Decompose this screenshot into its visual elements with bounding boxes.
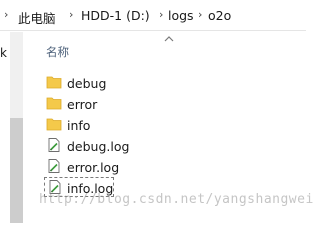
log-file-icon: [48, 138, 60, 152]
breadcrumb-o2o[interactable]: o2o: [208, 8, 231, 23]
list-item[interactable]: debug.log: [46, 136, 296, 156]
item-name: info: [67, 118, 91, 133]
folder-icon: [46, 76, 62, 89]
sort-chevron-up-icon: [164, 36, 174, 42]
watermark-text: http://blog.csdn.net/yangshangwei: [39, 192, 314, 207]
item-name: debug.log: [67, 139, 130, 154]
breadcrumb-logs[interactable]: logs: [168, 8, 194, 23]
list-item[interactable]: error: [46, 94, 296, 114]
list-item[interactable]: info: [46, 115, 296, 135]
folder-icon: [46, 118, 62, 131]
breadcrumb-chevron-icon[interactable]: ›: [198, 8, 202, 21]
item-name: error: [67, 97, 98, 112]
folder-icon: [46, 97, 62, 110]
list-item[interactable]: debug: [46, 73, 296, 93]
nav-scrollbar-thumb[interactable]: [10, 118, 23, 223]
breadcrumb-drive[interactable]: HDD-1 (D:): [81, 8, 150, 23]
column-header-name[interactable]: 名称: [46, 44, 69, 60]
breadcrumb-this-pc[interactable]: 此电脑: [18, 8, 56, 27]
list-item[interactable]: error.log: [46, 157, 296, 177]
address-bar[interactable]: › 此电脑 › HDD-1 (D:) › logs › o2o: [0, 0, 306, 31]
item-name: debug: [67, 76, 107, 91]
breadcrumb-chevron-icon[interactable]: ›: [159, 8, 163, 21]
log-file-icon: [48, 159, 60, 173]
item-name: error.log: [67, 160, 120, 175]
breadcrumb-chevron-icon[interactable]: ›: [69, 8, 73, 21]
nav-item-label[interactable]: k: [0, 46, 7, 60]
breadcrumb-chevron-icon[interactable]: ›: [4, 8, 8, 21]
